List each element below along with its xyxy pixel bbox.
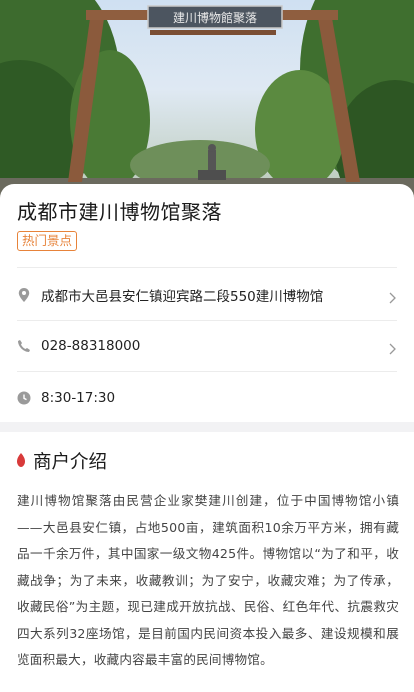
divider: [17, 371, 397, 372]
intro-marker-icon: [17, 452, 25, 471]
clock-icon: [17, 391, 31, 405]
chevron-right-icon: [387, 340, 397, 355]
hero-photo: 建川博物館聚落: [0, 0, 414, 200]
phone-text: 028-88318000: [41, 338, 141, 354]
gate-sign-text: 建川博物館聚落: [173, 10, 257, 25]
divider: [17, 267, 397, 268]
hot-spot-tag: 热门景点: [17, 231, 78, 251]
hours-row: 8:30-17:30: [17, 373, 397, 423]
phone-icon: [17, 339, 31, 353]
gate-illustration: 建川博物館聚落: [0, 0, 414, 200]
place-title: 成都市建川博物馆聚落: [17, 200, 222, 224]
intro-header: 商户介绍: [17, 448, 107, 474]
location-pin-icon: [17, 288, 31, 302]
address-row[interactable]: 成都市大邑县安仁镇迎宾路二段550建川博物馆: [17, 270, 397, 320]
merchant-intro-section: 商户介绍 建川博物馆聚落由民营企业家樊建川创建，位于中国博物馆小镇——大邑县安仁…: [0, 432, 414, 692]
intro-body: 建川博物馆聚落由民营企业家樊建川创建，位于中国博物馆小镇——大邑县安仁镇，占地5…: [17, 493, 399, 667]
phone-row[interactable]: 028-88318000: [17, 321, 397, 371]
hours-text: 8:30-17:30: [41, 390, 116, 406]
section-gap: [0, 422, 414, 432]
chevron-right-icon: [387, 289, 397, 304]
intro-title: 商户介绍: [33, 452, 108, 473]
place-info-card: 成都市建川博物馆聚落 热门景点 成都市大邑县安仁镇迎宾路二段550建川博物馆 0…: [0, 184, 414, 422]
address-text: 成都市大邑县安仁镇迎宾路二段550建川博物馆: [41, 289, 324, 305]
